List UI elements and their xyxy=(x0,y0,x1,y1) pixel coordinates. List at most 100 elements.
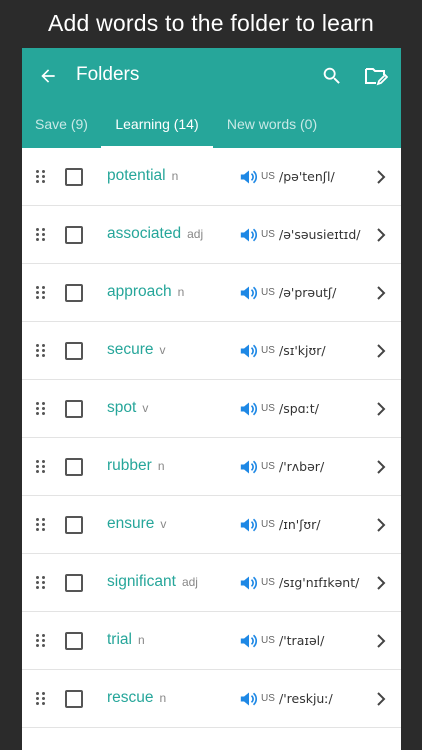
chevron-right-icon[interactable] xyxy=(374,575,388,591)
word-row[interactable]: rubber n US /'rʌbər/ xyxy=(22,438,401,496)
word-text: potential xyxy=(107,167,166,184)
speaker-icon[interactable] xyxy=(239,458,259,476)
speaker-icon[interactable] xyxy=(239,690,259,708)
chevron-right-icon[interactable] xyxy=(374,691,388,707)
word-checkbox[interactable] xyxy=(65,400,83,418)
drag-handle-icon[interactable] xyxy=(36,692,46,706)
accent-label: US xyxy=(261,171,275,182)
chevron-right-icon[interactable] xyxy=(374,343,388,359)
word-entry[interactable]: ensure v xyxy=(107,515,166,533)
part-of-speech: v xyxy=(159,343,166,357)
back-button[interactable] xyxy=(34,62,62,90)
word-checkbox[interactable] xyxy=(65,516,83,534)
word-checkbox[interactable] xyxy=(65,574,83,592)
part-of-speech: n xyxy=(137,633,145,647)
word-row[interactable]: rescue n US /'reskjuː/ xyxy=(22,670,401,728)
word-checkbox[interactable] xyxy=(65,226,83,244)
word-row[interactable]: significant adj US /sɪg'nɪfɪkənt/ xyxy=(22,554,401,612)
chevron-right-icon[interactable] xyxy=(374,459,388,475)
part-of-speech: n xyxy=(171,169,179,183)
word-entry[interactable]: spot v xyxy=(107,399,148,417)
edit-folder-button[interactable] xyxy=(362,62,390,90)
edit-folder-icon xyxy=(365,68,388,86)
phonetic-text: /spɑːt/ xyxy=(279,401,319,416)
search-button[interactable] xyxy=(318,62,346,90)
part-of-speech: n xyxy=(177,285,185,299)
speaker-icon[interactable] xyxy=(239,226,259,244)
word-entry[interactable]: rescue n xyxy=(107,689,166,707)
word-entry[interactable]: approach n xyxy=(107,283,184,301)
speaker-icon[interactable] xyxy=(239,342,259,360)
chevron-right-icon[interactable] xyxy=(374,169,388,185)
word-text: trial xyxy=(107,631,132,648)
accent-label: US xyxy=(261,287,275,298)
speaker-icon[interactable] xyxy=(239,168,259,186)
word-entry[interactable]: associated adj xyxy=(107,225,203,243)
drag-handle-icon[interactable] xyxy=(36,518,46,532)
page-title: Folders xyxy=(76,64,140,85)
word-row[interactable]: trial n US /'traɪəl/ xyxy=(22,612,401,670)
phonetic-text: /ɪn'ʃʊr/ xyxy=(279,517,321,532)
accent-label: US xyxy=(261,403,275,414)
speaker-icon[interactable] xyxy=(239,574,259,592)
chevron-right-icon[interactable] xyxy=(374,285,388,301)
speaker-icon[interactable] xyxy=(239,400,259,418)
drag-handle-icon[interactable] xyxy=(36,228,46,242)
search-icon xyxy=(323,67,340,84)
word-row[interactable]: secure v US /sɪ'kjʊr/ xyxy=(22,322,401,380)
word-list: potential n US /pə'tenʃl/ associated adj U… xyxy=(22,148,401,728)
tab-learning[interactable]: Learning (14) xyxy=(101,104,213,148)
word-checkbox[interactable] xyxy=(65,284,83,302)
word-entry[interactable]: rubber n xyxy=(107,457,165,475)
accent-label: US xyxy=(261,635,275,646)
speaker-icon[interactable] xyxy=(239,632,259,650)
phonetic-text: /pə'tenʃl/ xyxy=(279,169,335,184)
part-of-speech: adj xyxy=(181,575,198,589)
drag-handle-icon[interactable] xyxy=(36,286,46,300)
chevron-right-icon[interactable] xyxy=(374,517,388,533)
phonetic-text: /'traɪəl/ xyxy=(279,633,325,648)
word-checkbox[interactable] xyxy=(65,690,83,708)
drag-handle-icon[interactable] xyxy=(36,402,46,416)
app-screen: Folders Save (9) Learning (14) New words… xyxy=(22,48,401,750)
app-bar: Folders Save (9) Learning (14) New words… xyxy=(22,48,401,148)
phonetic-text: /'reskjuː/ xyxy=(279,691,333,706)
word-checkbox[interactable] xyxy=(65,342,83,360)
word-row[interactable]: potential n US /pə'tenʃl/ xyxy=(22,148,401,206)
accent-label: US xyxy=(261,229,275,240)
part-of-speech: v xyxy=(142,401,149,415)
word-entry[interactable]: potential n xyxy=(107,167,178,185)
tab-save[interactable]: Save (9) xyxy=(22,104,101,148)
chevron-right-icon[interactable] xyxy=(374,401,388,417)
part-of-speech: v xyxy=(160,517,167,531)
accent-label: US xyxy=(261,693,275,704)
word-text: spot xyxy=(107,399,137,416)
drag-handle-icon[interactable] xyxy=(36,344,46,358)
word-row[interactable]: approach n US /ə'prəutʃ/ xyxy=(22,264,401,322)
drag-handle-icon[interactable] xyxy=(36,460,46,474)
drag-handle-icon[interactable] xyxy=(36,170,46,184)
accent-label: US xyxy=(261,519,275,530)
word-checkbox[interactable] xyxy=(65,632,83,650)
word-row[interactable]: spot v US /spɑːt/ xyxy=(22,380,401,438)
word-text: significant xyxy=(107,573,176,590)
tab-new-words[interactable]: New words (0) xyxy=(213,104,331,148)
drag-handle-icon[interactable] xyxy=(36,634,46,648)
word-entry[interactable]: trial n xyxy=(107,631,145,649)
word-checkbox[interactable] xyxy=(65,458,83,476)
accent-label: US xyxy=(261,345,275,356)
speaker-icon[interactable] xyxy=(239,284,259,302)
speaker-icon[interactable] xyxy=(239,516,259,534)
word-entry[interactable]: significant adj xyxy=(107,573,198,591)
chevron-right-icon[interactable] xyxy=(374,633,388,649)
word-checkbox[interactable] xyxy=(65,168,83,186)
arrow-back-icon xyxy=(41,69,55,83)
part-of-speech: n xyxy=(159,691,167,705)
phonetic-text: /'rʌbər/ xyxy=(279,459,325,474)
word-row[interactable]: associated adj US /ə'səusieɪtɪd/ xyxy=(22,206,401,264)
drag-handle-icon[interactable] xyxy=(36,576,46,590)
word-entry[interactable]: secure v xyxy=(107,341,166,359)
word-text: rescue xyxy=(107,689,154,706)
word-row[interactable]: ensure v US /ɪn'ʃʊr/ xyxy=(22,496,401,554)
chevron-right-icon[interactable] xyxy=(374,227,388,243)
